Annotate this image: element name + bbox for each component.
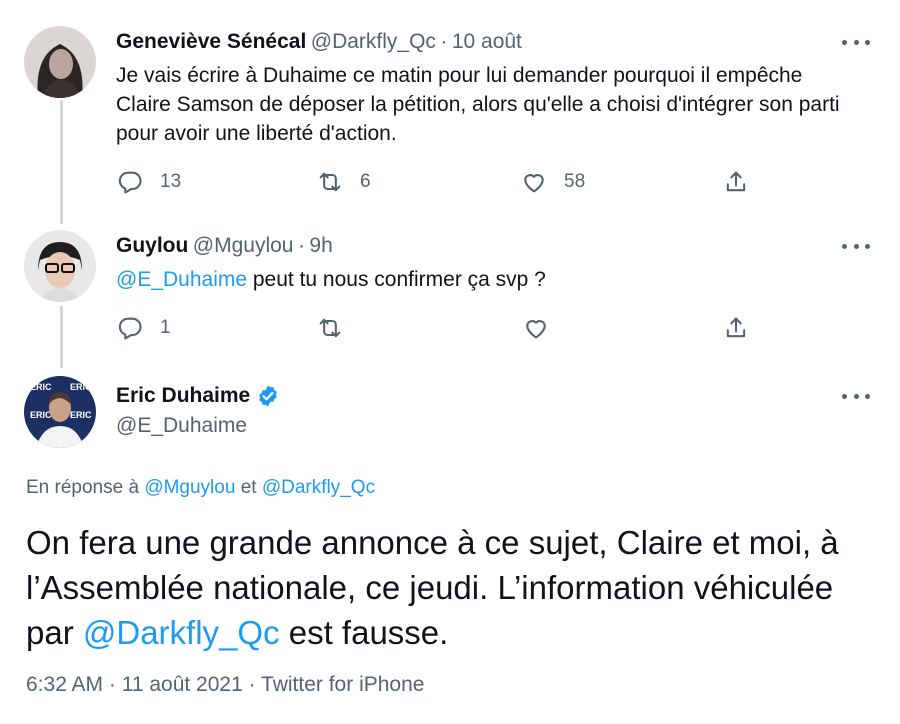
- time[interactable]: 9h: [309, 234, 332, 257]
- mention-link[interactable]: @Darkfly_Qc: [83, 614, 280, 651]
- heart-icon: [524, 174, 544, 193]
- mention-link[interactable]: @E_Duhaime: [116, 268, 247, 291]
- tweet-text: @E_Duhaime peut tu nous confirmer ça svp…: [116, 265, 846, 294]
- reply-mention-mguylou[interactable]: @Mguylou: [144, 477, 235, 498]
- avatar-logo-text: ERIC: [70, 382, 92, 392]
- avatar-logo-text: ERIC: [30, 382, 52, 392]
- tweet-timestamp[interactable]: 6:32 AM · 11 août 2021 · Twitter for iPh…: [26, 673, 424, 697]
- retweet-button[interactable]: [316, 314, 344, 342]
- retweet-icon: [319, 172, 341, 192]
- like-count: 58: [564, 171, 586, 192]
- share-button[interactable]: [722, 314, 750, 342]
- thread-line: [60, 100, 63, 224]
- reply-button[interactable]: 13: [116, 168, 181, 196]
- reply-button[interactable]: 1: [116, 314, 171, 342]
- verified-badge-icon: [259, 385, 278, 407]
- tweet-header: Guylou @Mguylou · 9h: [116, 234, 333, 258]
- avatar-guylou[interactable]: [24, 230, 96, 302]
- reply-prefix: En réponse à: [26, 477, 145, 498]
- date[interactable]: 10 août: [452, 30, 522, 53]
- tweet-text: Je vais écrire à Duhaime ce matin pour l…: [116, 64, 840, 145]
- reply-count: 13: [160, 171, 182, 192]
- reply-count: 1: [160, 317, 171, 338]
- display-name[interactable]: Geneviève Sénécal: [116, 30, 306, 53]
- more-options-button[interactable]: [842, 241, 870, 251]
- retweet-count: 6: [360, 171, 371, 192]
- separator: ·: [297, 234, 305, 257]
- avatar-photo: ERIC ERIC ERIC ERIC: [24, 376, 96, 448]
- avatar-logo-text: ERIC: [70, 410, 92, 420]
- handle[interactable]: @E_Duhaime: [116, 414, 247, 438]
- tweet-body-part2: est fausse.: [279, 614, 449, 651]
- avatar-logo-text: ERIC: [30, 410, 52, 420]
- avatar-photo: [24, 26, 96, 98]
- separator: ·: [440, 30, 448, 53]
- retweet-icon: [319, 318, 341, 338]
- avatar-genevieve[interactable]: [24, 26, 96, 98]
- reply-context: En réponse à @Mguylou et @Darkfly_Qc: [26, 477, 375, 499]
- more-options-button[interactable]: [842, 37, 870, 47]
- retweet-button[interactable]: 6: [316, 168, 371, 196]
- author-name-row: Eric Duhaime: [116, 384, 280, 408]
- like-button[interactable]: 58: [520, 168, 585, 196]
- handle[interactable]: @Mguylou: [193, 234, 294, 257]
- reply-mention-darkfly[interactable]: @Darkfly_Qc: [262, 477, 375, 498]
- heart-icon: [526, 320, 546, 339]
- thread-line: [60, 306, 63, 368]
- share-icon: [726, 317, 746, 338]
- display-name[interactable]: Guylou: [116, 234, 188, 257]
- share-button[interactable]: [722, 168, 750, 196]
- avatar-photo: [24, 230, 96, 302]
- reply-and: et: [235, 477, 262, 498]
- reply-icon: [118, 317, 142, 340]
- reply-icon: [118, 171, 142, 194]
- handle[interactable]: @Darkfly_Qc: [311, 30, 436, 53]
- tweet-body: peut tu nous confirmer ça svp ?: [247, 268, 546, 291]
- tweet-header: Geneviève Sénécal @Darkfly_Qc · 10 août: [116, 30, 522, 54]
- more-options-button[interactable]: [842, 391, 870, 401]
- display-name[interactable]: Eric Duhaime: [116, 384, 250, 408]
- main-tweet-text: On fera une grande annonce à ce sujet, C…: [26, 520, 876, 655]
- share-icon: [726, 171, 746, 192]
- like-button[interactable]: [522, 314, 550, 342]
- avatar-eric-duhaime[interactable]: ERIC ERIC ERIC ERIC: [24, 376, 96, 448]
